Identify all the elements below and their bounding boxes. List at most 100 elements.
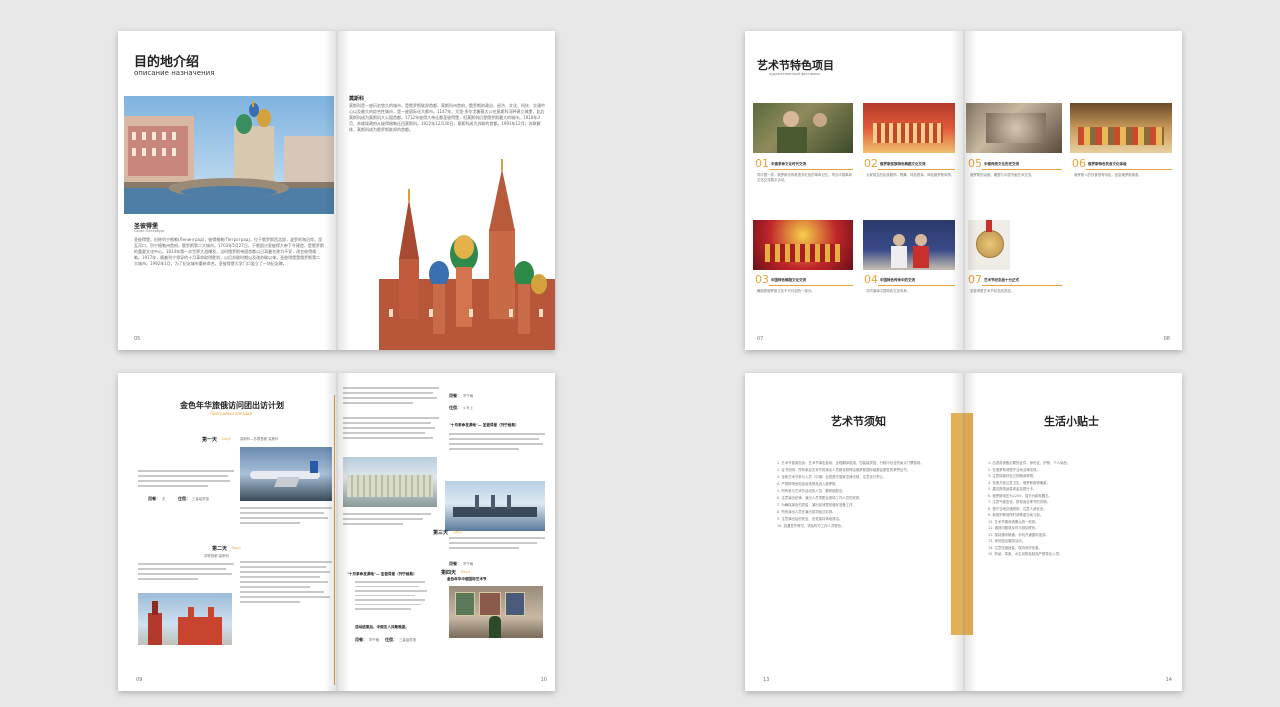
airplane-photo [240, 447, 332, 501]
page-destination-right: 莫斯科 莫斯科是一座历史悠久的城市，是俄罗斯联邦首都、莫斯科州首府，俄罗斯的政治… [337, 31, 555, 350]
text-block [449, 537, 545, 552]
schedule-table [355, 581, 435, 613]
accent-bar [878, 285, 955, 286]
st-basil-cathedral-illustration [369, 159, 555, 350]
day2-route: 苏联首都·莫斯科 [204, 554, 229, 558]
tip-item: 13. 请勿擅自离团活动。 [988, 539, 1025, 543]
section-heading: 莫斯科 [349, 96, 365, 102]
meal-value: 早午晚 [463, 394, 474, 398]
feature-desc-07: 圣彼得堡艺术节纪念品发放。 [970, 289, 1015, 293]
text-block [343, 417, 439, 442]
page-destination-left: 目的地介绍 описание назначения 圣彼得堡 Санкт-Пет… [118, 31, 337, 350]
tip-item: 12. 保持通讯畅通，手机开通国际漫游。 [988, 532, 1049, 537]
feature-desc-06: 俄罗斯人的饮食很有特色，品尝俄罗斯美食。 [1074, 173, 1142, 177]
feature-title-02: 俄罗斯民族特色舞蹈文化交流 [880, 162, 926, 166]
accent-bar [982, 285, 1062, 286]
accent-bar [769, 285, 853, 286]
caption-subtitle: Санкт-Петербург [134, 229, 165, 233]
page-number: 10 [540, 677, 547, 683]
day3-tag: Day3 [453, 530, 462, 534]
feature-photo-03 [753, 220, 853, 270]
feature-desc-01: 同中国一样，俄罗斯也有着很多红色的革命记忆。举办中俄革命文化交流展示活动。 [757, 173, 852, 182]
page-number: 08 [1163, 336, 1170, 342]
page-title: 生活小贴士 [1044, 415, 1099, 428]
tip-item: 5. 建议携带适量现金及银行卡。 [988, 487, 1037, 491]
day1-label: 第一天 [202, 437, 218, 443]
tip-item: 10. 艺术节期间请服从统一安排。 [988, 519, 1039, 524]
brochure-spread-notices: 艺术节须知 1. 艺术节费用包含：艺术节演出费用、全程翻译费用、四星级宾馆、行程… [745, 373, 1182, 691]
accent-bar [878, 169, 955, 170]
page-number: 07 [757, 336, 764, 342]
tip-item: 1. 出发前请备必要的证件、身份证、护照、个人用品。 [988, 461, 1071, 465]
tips-list: 1. 出发前请备必要的证件、身份证、护照、个人用品。 2. 在俄罗斯请遵守当地法… [988, 461, 1166, 559]
feature-title-07: 艺术节纪念品十分正式 [984, 278, 1019, 282]
page-subtitle: описание назначения [134, 69, 215, 77]
spine-shadow [323, 31, 350, 350]
page-features-right: 05 中俄传统文化历史交流 俄罗斯的油画、雕塑与中国书画艺术交流。 06 俄罗斯… [964, 31, 1182, 350]
tip-item: 11. 遇到问题请及时与领队联系。 [988, 526, 1039, 530]
stay-value: 三星级宾馆 [399, 638, 416, 642]
stay-label: 住宿： [385, 637, 397, 642]
notice-item: 5. 所有参与艺术节活动的人员，要积极配合。 [777, 489, 846, 493]
tip-item: 9. 参观宗教场所时请尊重当地习俗。 [988, 513, 1044, 517]
page-title: 金色年华旅俄访问团出访计划 [180, 401, 284, 410]
text-block [240, 507, 332, 527]
feature-desc-05: 俄罗斯的油画、雕塑与中国书画艺术交流。 [970, 173, 1035, 177]
feature-number-04: 04 [864, 273, 878, 286]
notice: 活动结束后，中俄友人共聚晚宴。 [355, 625, 409, 629]
feature-title-01: 中俄革命文化时代交流 [771, 162, 806, 166]
feature-photo-05 [966, 103, 1062, 153]
feature-photo-04 [863, 220, 955, 270]
feature-desc-02: 大家相互的民族服饰、歌舞、特色表演，体验俄罗斯风情。 [866, 173, 955, 177]
spine-shadow [323, 373, 350, 691]
saint-petersburg-photo [124, 96, 334, 214]
page-title: 艺术节须知 [831, 415, 886, 428]
caption-body: 圣彼得堡，旧称列宁格勒(Ленинград)，彼得格勒(Петроград)，位… [134, 237, 324, 266]
text-block [343, 513, 433, 528]
hermitage-photo [343, 457, 437, 507]
feature-photo-06 [1070, 103, 1172, 153]
feature-number-06: 06 [1072, 157, 1086, 170]
page-subtitle: Программа поездки [210, 411, 253, 416]
notice-item: 3. 全体艺术节参与人员（中俄）自觉遵守国家法律法规，注意言行举止。 [777, 475, 887, 479]
feature-desc-03: 舞蹈是俄罗斯文化不可分割的一部分。 [757, 289, 815, 293]
highlight-2: "十月革命发源地"— 圣彼得堡（列宁格勒） [347, 572, 417, 576]
text-block [138, 470, 234, 490]
page-number: 13 [763, 677, 770, 683]
day1-route: 莫斯科—苏联首都·莫斯科 [240, 437, 279, 441]
meal-label: 用餐： [449, 393, 461, 398]
notice-item: 10. 如遇意外情况，请及时与工作人员联系。 [777, 524, 845, 528]
page-title: 艺术节特色项目 [757, 59, 834, 72]
tip-item: 7. 注意气候变化，携带适合季节的衣物。 [988, 500, 1050, 504]
text-block [343, 387, 439, 407]
stay-label: 住宿： [178, 496, 190, 501]
feature-number-01: 01 [755, 157, 769, 170]
feature-photo-01 [753, 103, 853, 153]
tip-item: 3. 注意保管好自己的随身财物。 [988, 474, 1037, 478]
notice-item: 7. 为确保演出的质量，演出前请提前做好准备工作。 [777, 503, 856, 507]
feature-title-04: 中国特色传承中的交流 [880, 278, 915, 282]
tip-item: 6. 俄罗斯电压为220V，插头为欧标圆孔。 [988, 493, 1052, 498]
spine-shadow [950, 31, 977, 350]
day2-tag: Day2 [232, 546, 241, 550]
page-number: 05 [134, 336, 141, 342]
accent-bar [769, 169, 853, 170]
feature-title-03: 中国特色舞蹈文化交流 [771, 278, 806, 282]
meal-value: 早午晚 [463, 562, 474, 566]
stay-value: 火车上 [463, 406, 474, 410]
notice-item: 9. 注意演出后的安全，自觉保持场地清洁。 [777, 517, 843, 521]
notice-item: 8. 所有演出人员在演出前须经过彩排。 [777, 510, 836, 514]
page-itinerary-right: 用餐： 早午晚 住宿： 火车上 "十月革命发源地"— 圣彼得堡（列宁格勒） 第三… [337, 373, 555, 691]
notice-item: 6. 注意演出纪律，演出人员须配合现场工作人员的安排。 [777, 496, 863, 500]
gallery-photo [449, 586, 543, 638]
red-square-photo [138, 593, 232, 645]
page-notices-left: 艺术节须知 1. 艺术节费用包含：艺术节演出费用、全程翻译费用、四星级宾馆、行程… [745, 373, 964, 691]
day4-title: 金色年华中俄国际艺术节 [447, 577, 487, 581]
text-block [240, 561, 332, 606]
feature-desc-04: 共同演绎中国特色文化传承。 [866, 289, 911, 293]
tip-item: 2. 在俄罗斯请遵守当地法律法规。 [988, 467, 1040, 472]
notice-item: 4. 严禁携带危险品及违禁品进入俄罗斯。 [777, 482, 839, 486]
page-number: 14 [1165, 677, 1172, 683]
spine-shadow [950, 373, 977, 691]
page-number: 09 [136, 677, 143, 683]
